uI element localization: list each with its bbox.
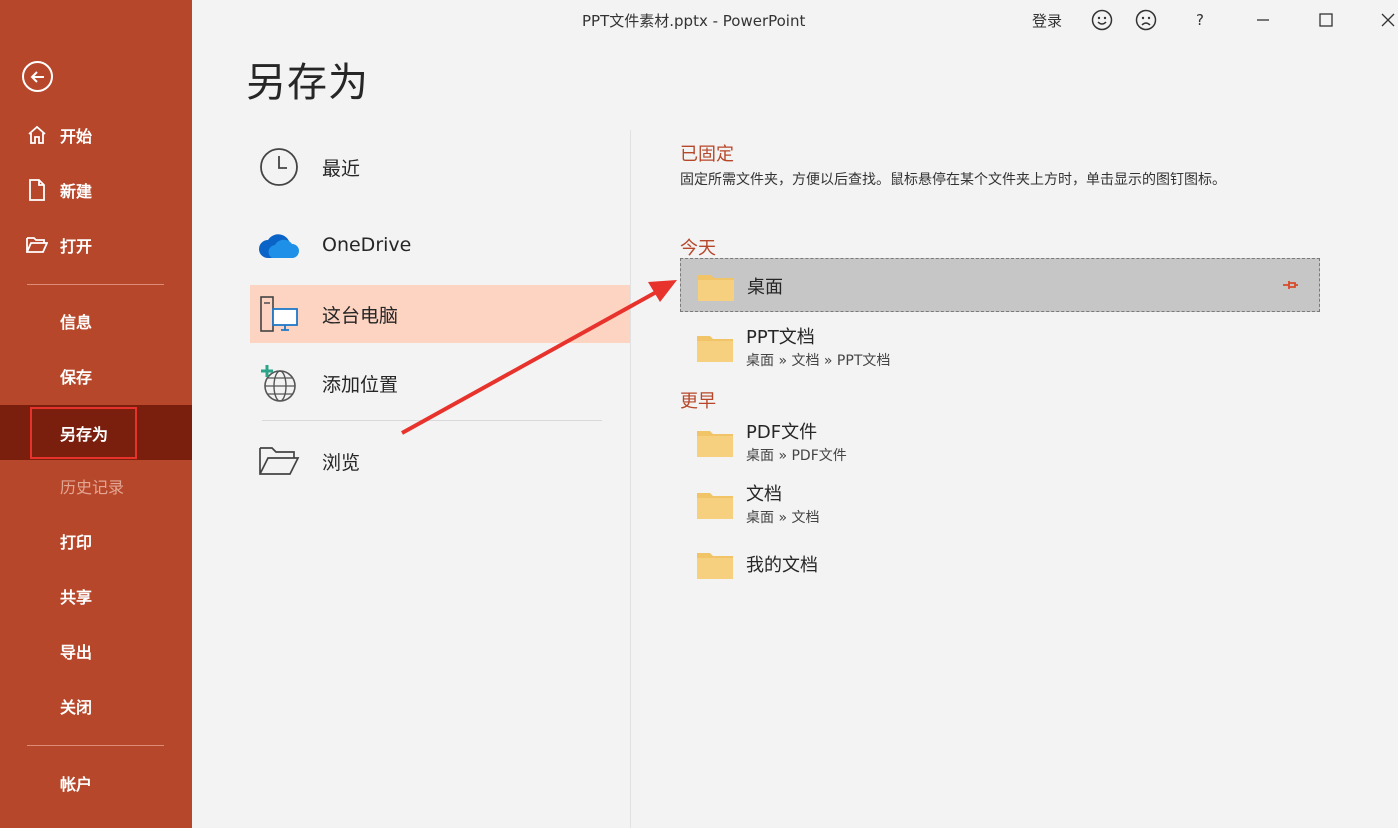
backstage-sidebar: 开始 新建 打开 信息 保存 另存为 历史记录 打印 共享 导出 关闭 帐户 xyxy=(0,0,192,828)
back-arrow-icon xyxy=(30,70,44,83)
sidebar-divider xyxy=(27,745,164,746)
nav-close-label: 关闭 xyxy=(60,698,93,717)
browse-folder-icon xyxy=(258,440,300,482)
nav-info[interactable]: 信息 xyxy=(0,298,192,344)
folder-name: PPT文档 xyxy=(746,327,815,348)
location-this-pc[interactable]: 这台电脑 xyxy=(250,285,630,343)
nav-account-label: 帐户 xyxy=(60,775,93,794)
location-browse[interactable]: 浏览 xyxy=(250,432,630,490)
nav-export-label: 导出 xyxy=(60,643,93,662)
nav-new[interactable]: 新建 xyxy=(0,167,192,213)
folder-item-ppt-docs[interactable]: PPT文档 桌面 » 文档 » PPT文档 xyxy=(680,320,1320,374)
location-add-place-label: 添加位置 xyxy=(322,373,399,396)
folder-item-pdf[interactable]: PDF文件 桌面 » PDF文件 xyxy=(680,415,1320,469)
folder-item-desktop[interactable]: 桌面 xyxy=(680,258,1320,312)
home-icon xyxy=(26,124,48,146)
folder-icon xyxy=(698,275,734,301)
locations-divider xyxy=(262,420,602,421)
page-title: 另存为 xyxy=(246,60,369,106)
nav-info-label: 信息 xyxy=(60,313,93,332)
location-onedrive[interactable]: OneDrive xyxy=(250,216,630,274)
pin-icon[interactable] xyxy=(1281,276,1299,294)
folder-path: 桌面 » 文档 xyxy=(746,510,820,526)
folder-name: PDF文件 xyxy=(746,422,818,443)
today-heading: 今天 xyxy=(680,238,716,259)
folder-name: 我的文档 xyxy=(746,555,818,576)
location-onedrive-label: OneDrive xyxy=(322,234,412,256)
back-button[interactable] xyxy=(22,61,53,92)
open-folder-icon xyxy=(26,234,48,256)
location-recent[interactable]: 最近 xyxy=(250,138,630,196)
panel-separator xyxy=(630,130,631,828)
nav-open[interactable]: 打开 xyxy=(0,222,192,268)
folder-name: 桌面 xyxy=(747,277,783,298)
location-recent-label: 最近 xyxy=(322,157,361,180)
smile-feedback-icon[interactable] xyxy=(1090,8,1114,32)
folder-item-my-documents[interactable]: 我的文档 xyxy=(680,537,1320,591)
nav-new-label: 新建 xyxy=(60,182,93,201)
nav-save-as-label: 另存为 xyxy=(30,406,138,459)
frown-feedback-icon[interactable] xyxy=(1134,8,1158,32)
nav-open-label: 打开 xyxy=(60,237,93,256)
nav-print[interactable]: 打印 xyxy=(0,518,192,564)
nav-save-label: 保存 xyxy=(60,368,93,387)
annotation-arrow xyxy=(401,280,677,435)
nav-account[interactable]: 帐户 xyxy=(0,760,192,806)
nav-close[interactable]: 关闭 xyxy=(0,683,192,729)
nav-share-label: 共享 xyxy=(60,588,93,607)
clock-icon xyxy=(258,146,300,188)
pinned-description: 固定所需文件夹，方便以后查找。鼠标悬停在某个文件夹上方时，单击显示的图钉图标。 xyxy=(680,172,1226,188)
pinned-heading: 已固定 xyxy=(680,144,734,165)
sidebar-divider xyxy=(27,284,164,285)
location-add-place[interactable]: 添加位置 xyxy=(250,354,630,412)
nav-save[interactable]: 保存 xyxy=(0,353,192,399)
folder-icon xyxy=(697,553,733,579)
onedrive-cloud-icon xyxy=(258,224,300,266)
computer-icon xyxy=(258,293,300,335)
nav-export[interactable]: 导出 xyxy=(0,628,192,674)
folder-item-documents[interactable]: 文档 桌面 » 文档 xyxy=(680,477,1320,531)
title-bar: PPT文件素材.pptx - PowerPoint 登录 ? xyxy=(192,0,1398,40)
sign-in-link[interactable]: 登录 xyxy=(1032,8,1062,32)
window-title: PPT文件素材.pptx - PowerPoint xyxy=(582,12,806,30)
nav-save-as[interactable]: 另存为 xyxy=(0,405,192,460)
folder-name: 文档 xyxy=(746,484,782,505)
earlier-heading: 更早 xyxy=(680,391,716,412)
nav-share[interactable]: 共享 xyxy=(0,573,192,619)
nav-home-label: 开始 xyxy=(60,127,93,146)
close-window-icon[interactable] xyxy=(1380,8,1396,32)
nav-history-label: 历史记录 xyxy=(60,478,125,497)
nav-history[interactable]: 历史记录 xyxy=(0,463,192,509)
folder-icon xyxy=(697,431,733,457)
nav-home[interactable]: 开始 xyxy=(0,112,192,158)
location-browse-label: 浏览 xyxy=(322,451,361,474)
nav-print-label: 打印 xyxy=(60,533,93,552)
minimize-icon[interactable] xyxy=(1254,8,1272,32)
folder-icon xyxy=(697,493,733,519)
help-button[interactable]: ? xyxy=(1192,8,1208,32)
folder-icon xyxy=(697,336,733,362)
new-document-icon xyxy=(26,179,48,201)
folder-path: 桌面 » PDF文件 xyxy=(746,448,847,464)
location-this-pc-label: 这台电脑 xyxy=(322,304,399,327)
maximize-icon[interactable] xyxy=(1317,8,1335,32)
add-place-globe-icon xyxy=(258,362,300,404)
folder-path: 桌面 » 文档 » PPT文档 xyxy=(746,353,891,369)
